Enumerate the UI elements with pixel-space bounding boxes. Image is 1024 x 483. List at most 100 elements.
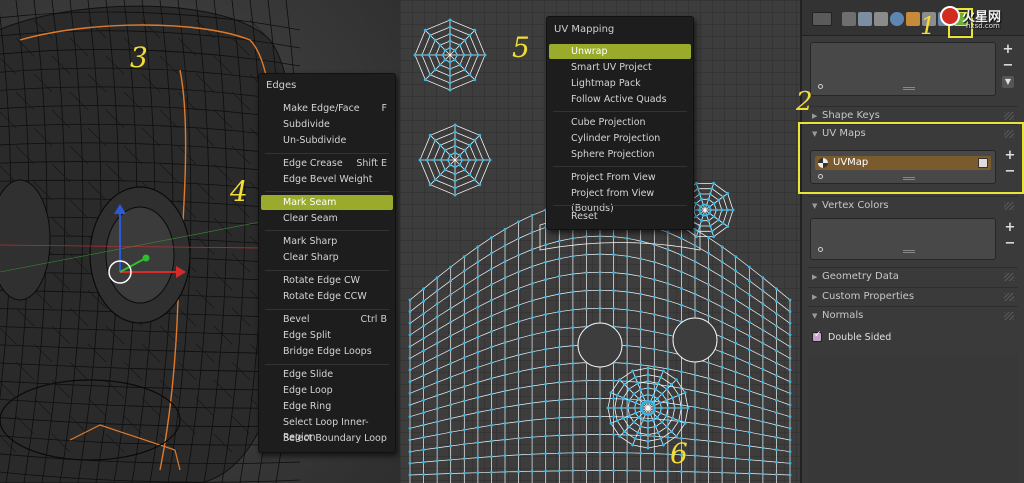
remove-vertex-group-button[interactable]: −	[1000, 58, 1016, 74]
menu-item-rotate-edge-cw[interactable]: Rotate Edge CW	[261, 273, 393, 288]
uv-vertex	[462, 471, 466, 475]
vertex-colors-list[interactable]	[810, 218, 996, 260]
uv-vertex	[788, 403, 792, 407]
menu-item-mark-sharp[interactable]: Mark Sharp	[261, 234, 393, 249]
uv-vertex	[463, 38, 467, 42]
uv-vertex	[453, 151, 457, 155]
uv-vertex	[788, 380, 792, 384]
menu-item-select-boundary-loop[interactable]: Select Boundary Loop	[261, 431, 393, 446]
shortcut: Shift E	[356, 158, 387, 169]
uv-vertex	[712, 235, 716, 239]
uv-vertex	[503, 308, 507, 312]
uv-vertex	[694, 181, 698, 185]
menu-item-reset[interactable]: Reset	[549, 209, 691, 224]
menu-item-project-from-view-bounds[interactable]: Project from View (Bounds)	[549, 186, 691, 214]
double-sided-checkbox[interactable]: ✓	[812, 330, 822, 342]
uv-vertex	[734, 341, 738, 345]
custom-properties-panel[interactable]: ▶ Custom Properties	[808, 287, 1018, 305]
uv-vertex	[698, 192, 702, 196]
menu-item-sphere-projection[interactable]: Sphere Projection	[549, 147, 691, 162]
uv-vertex	[637, 397, 641, 401]
uv-vertex	[598, 469, 602, 472]
menu-item-project-from-view[interactable]: Project From View	[549, 170, 691, 185]
uv-vertex	[622, 382, 626, 386]
editor-type-icon[interactable]	[812, 12, 832, 26]
menu-item-select-loop-inner-region[interactable]: Select Loop Inner-Region	[261, 415, 393, 443]
specials-menu-icon[interactable]: ▼	[1002, 76, 1014, 88]
uv-vertex	[637, 415, 641, 419]
vertex-groups-list[interactable]	[810, 42, 996, 96]
menu-item-smart-uv-project[interactable]: Smart UV Project	[549, 60, 691, 75]
uv-vertex	[476, 365, 480, 369]
label: Un-Subdivide	[283, 135, 347, 146]
world-tab-icon[interactable]	[890, 12, 904, 26]
menu-item-clear-seam[interactable]: Clear Seam	[261, 211, 393, 226]
drag-grip-icon[interactable]	[1004, 202, 1014, 210]
uv-vertex	[503, 276, 507, 280]
menu-item-edge-split[interactable]: Edge Split	[261, 328, 393, 343]
render-tab-icon[interactable]	[842, 12, 856, 26]
add-vertex-color-button[interactable]: +	[1002, 220, 1018, 236]
vertex-colors-panel[interactable]: ▼ Vertex Colors	[808, 196, 1018, 214]
menu-item-cylinder-projection[interactable]: Cylinder Projection	[549, 131, 691, 146]
add-vertex-group-button[interactable]: +	[1000, 42, 1016, 58]
menu-item-mark-seam[interactable]: Mark Seam	[261, 195, 393, 210]
uv-vertex	[652, 403, 656, 407]
uv-vertex	[571, 451, 575, 455]
uv-vertex	[761, 459, 765, 463]
geometry-data-panel[interactable]: ▶ Geometry Data	[808, 267, 1018, 285]
menu-item-make-edge-face[interactable]: Make Edge/Face F	[261, 101, 393, 116]
uv-vertex	[632, 392, 636, 396]
menu-item-edge-loop[interactable]: Edge Loop	[261, 383, 393, 398]
uv-vertex	[435, 328, 439, 332]
menu-item-edge-bevel-weight[interactable]: Edge Bevel Weight	[261, 172, 393, 187]
remove-vertex-color-button[interactable]: −	[1002, 236, 1018, 252]
menu-item-rotate-edge-ccw[interactable]: Rotate Edge CCW	[261, 289, 393, 304]
menu-item-un-subdivide[interactable]: Un-Subdivide	[261, 133, 393, 148]
list-resize-handle[interactable]	[903, 250, 915, 253]
menu-separator	[265, 230, 389, 231]
uv-vertex	[422, 349, 425, 353]
menu-item-bridge-edge-loops[interactable]: Bridge Edge Loops	[261, 344, 393, 359]
menu-separator	[265, 191, 389, 192]
menu-separator	[553, 111, 687, 112]
drag-grip-icon[interactable]	[1004, 273, 1014, 281]
uv-vertex	[707, 298, 710, 302]
uv-vertex	[428, 33, 432, 37]
menu-item-cube-projection[interactable]: Cube Projection	[549, 115, 691, 130]
uv-vertex	[463, 68, 467, 72]
uv-vertex	[517, 220, 520, 224]
uv-vertex	[666, 452, 670, 456]
uv-vertex	[652, 452, 656, 455]
scene-tab-icon[interactable]	[874, 12, 888, 26]
uv-vertex	[503, 227, 507, 231]
uv-vertex	[438, 43, 442, 47]
menu-item-clear-sharp[interactable]: Clear Sharp	[261, 250, 393, 265]
list-resize-handle[interactable]	[903, 87, 915, 90]
menu-item-edge-crease[interactable]: Edge Crease Shift E	[261, 156, 393, 171]
object-tab-icon[interactable]	[906, 12, 920, 26]
uv-vertex	[660, 420, 664, 424]
normals-panel[interactable]: ▼ Normals	[808, 306, 1018, 324]
menu-item-bevel[interactable]: Bevel Ctrl B	[261, 312, 393, 327]
menu-item-edge-slide[interactable]: Edge Slide	[261, 367, 393, 382]
uv-vertex	[422, 361, 425, 365]
menu-item-lightmap-pack[interactable]: Lightmap Pack	[549, 76, 691, 91]
menu-item-unwrap[interactable]: Unwrap	[549, 44, 691, 59]
highlight-uv-maps-panel	[798, 122, 1024, 194]
uv-vertex	[408, 415, 412, 419]
uv-vertex	[612, 397, 615, 400]
uv-vertex	[490, 330, 493, 333]
drag-grip-icon[interactable]	[1004, 312, 1014, 320]
uv-vertex	[453, 165, 457, 169]
drag-grip-icon[interactable]	[1004, 293, 1014, 301]
drag-grip-icon[interactable]	[1004, 112, 1014, 120]
label: Select Boundary Loop	[283, 433, 387, 444]
menu-item-follow-active-quads[interactable]: Follow Active Quads	[549, 92, 691, 107]
label: Mark Seam	[283, 197, 337, 208]
uv-vertex	[680, 470, 683, 473]
menu-item-subdivide[interactable]: Subdivide	[261, 117, 393, 132]
menu-item-edge-ring[interactable]: Edge Ring	[261, 399, 393, 414]
layers-tab-icon[interactable]	[858, 12, 872, 26]
uv-vertex	[433, 38, 437, 42]
